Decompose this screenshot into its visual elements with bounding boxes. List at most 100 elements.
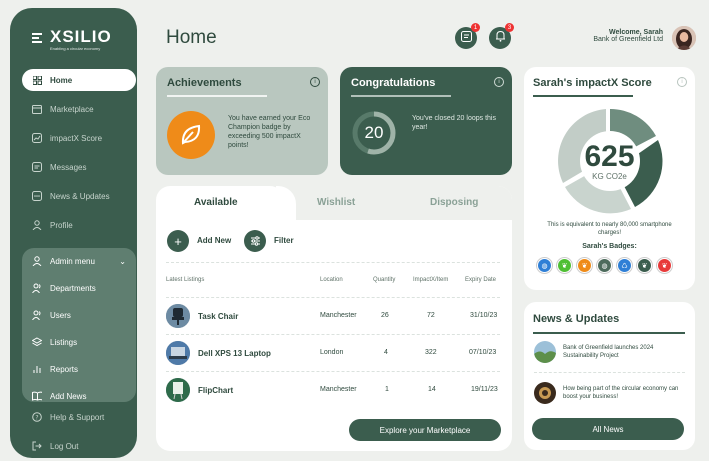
achievement-message: You have earned your Eco Champion badge … [228, 115, 311, 149]
admin-menu-toggle[interactable]: Admin menu ⌄ [22, 250, 136, 272]
sidebar-item-reports[interactable]: Reports [22, 358, 136, 380]
all-news-button[interactable]: All News [532, 418, 684, 440]
table-row[interactable]: Task Chair Manchester 26 72 31/10/23 [156, 302, 512, 330]
tab-available[interactable]: Available [194, 197, 238, 208]
sidebar-item-label: Reports [50, 364, 79, 374]
brand[interactable]: XSILIO Enabling a circular economy [32, 28, 112, 51]
listing-location: London [320, 349, 344, 356]
sidebar-item-messages[interactable]: Messages [22, 156, 136, 178]
add-new-label[interactable]: Add New [197, 236, 231, 245]
filter-button[interactable] [244, 230, 266, 252]
listing-quantity: 4 [384, 349, 388, 356]
listing-name: Dell XPS 13 Laptop [198, 349, 271, 358]
recycle-badge-icon[interactable]: ♺ [617, 258, 632, 273]
column-header: ImpactX/Item [413, 277, 449, 283]
listing-location: Manchester [320, 386, 357, 393]
menu-icon[interactable] [32, 33, 42, 45]
sidebar-item-logout[interactable]: Log Out [22, 435, 136, 457]
achievements-title: Achievements [167, 77, 242, 89]
listings-panel: Available Wishlist Disposing + Add New F… [156, 186, 512, 451]
plus-icon: + [174, 233, 182, 249]
messages-button[interactable]: 1 [455, 23, 480, 49]
listing-expiry: 19/11/23 [471, 386, 498, 393]
score-title: Sarah's impactX Score [533, 77, 652, 89]
sidebar-item-label: Marketplace [50, 104, 94, 114]
sidebar-item-label: Departments [50, 283, 96, 293]
sidebar: XSILIO Enabling a circular economy Home … [10, 8, 137, 458]
sidebar-item-label: Listings [50, 337, 78, 347]
news-thumbnail [534, 341, 556, 363]
leaf-badge-icon[interactable]: ❦ [637, 258, 652, 273]
globe-badge-icon[interactable]: ◍ [597, 258, 612, 273]
info-icon[interactable]: i [677, 77, 687, 87]
column-header: Location [320, 277, 343, 283]
table-row[interactable]: Dell XPS 13 Laptop London 4 322 07/10/23 [156, 339, 512, 367]
news-item[interactable]: How being part of the circular economy c… [534, 382, 681, 404]
laptop-thumbnail [166, 341, 190, 365]
leaf-badge-icon[interactable]: ❦ [577, 258, 592, 273]
sidebar-item-label: Add News [50, 391, 87, 401]
badges-title: Sarah's Badges: [582, 243, 637, 250]
sidebar-item-users[interactable]: Users [22, 304, 136, 326]
svg-text:?: ? [35, 415, 38, 422]
sidebar-item-departments[interactable]: Departments [22, 277, 136, 299]
user-icon [32, 220, 42, 230]
news-icon [32, 191, 42, 201]
info-icon[interactable]: i [310, 77, 320, 87]
sidebar-item-home[interactable]: Home [22, 69, 136, 91]
sidebar-item-label: News & Updates [50, 191, 110, 201]
news-headline: Bank of Greenfield launches 2024 Sustain… [563, 345, 654, 359]
news-title: News & Updates [533, 313, 620, 325]
admin-menu: Admin menu ⌄ Departments Users Listings … [22, 248, 136, 402]
news-item[interactable]: Bank of Greenfield launches 2024 Sustain… [534, 341, 681, 363]
tab-wishlist[interactable]: Wishlist [317, 197, 355, 208]
sidebar-item-help[interactable]: ? Help & Support [22, 406, 136, 428]
notifications-count-badge: 3 [505, 23, 514, 32]
notifications-button[interactable]: 3 [489, 23, 514, 49]
chevron-down-icon: ⌄ [119, 256, 126, 266]
tab-disposing[interactable]: Disposing [430, 197, 478, 208]
title-underline [533, 332, 685, 334]
score-unit: KG CO2e [592, 172, 627, 181]
leaf-badge-icon[interactable]: ❦ [657, 258, 672, 273]
book-icon [32, 391, 42, 401]
sidebar-item-news[interactable]: News & Updates [22, 185, 136, 207]
info-icon[interactable]: i [494, 77, 504, 87]
congratulations-title: Congratulations [351, 77, 436, 89]
main-nav: Home Marketplace impactX Score Messages … [22, 69, 136, 243]
listing-impact: 14 [428, 386, 436, 393]
sidebar-item-label: Messages [50, 162, 87, 172]
globe-badge-icon[interactable]: ◍ [537, 258, 552, 273]
sidebar-item-label: Log Out [50, 441, 79, 451]
sidebar-item-label: impactX Score [50, 133, 103, 143]
sidebar-item-impactx[interactable]: impactX Score [22, 127, 136, 149]
filter-label[interactable]: Filter [274, 236, 294, 245]
messages-count-badge: 1 [471, 23, 480, 32]
congratulations-message: You've closed 20 loops this year! [412, 115, 496, 131]
flipchart-thumbnail [166, 378, 190, 402]
leaf-badge-icon [167, 111, 215, 159]
message-icon [32, 162, 42, 172]
score-value: 625 [584, 140, 635, 173]
avatar[interactable] [672, 26, 696, 50]
sidebar-item-marketplace[interactable]: Marketplace [22, 98, 136, 120]
sliders-icon [250, 234, 261, 249]
listing-name: FlipChart [198, 386, 234, 395]
table-row[interactable]: FlipChart Manchester 1 14 19/11/23 [156, 376, 512, 404]
achievements-card: Achievements i You have earned your Eco … [156, 67, 328, 175]
leaf-badge-icon[interactable]: ❦ [557, 258, 572, 273]
bottom-nav: ? Help & Support Log Out [22, 406, 136, 458]
layers-icon [32, 337, 42, 347]
news-card: News & Updates Bank of Greenfield launch… [524, 302, 695, 450]
congratulations-card: Congratulations i 20 You've closed 20 lo… [340, 67, 512, 175]
bar-chart-icon [32, 364, 42, 374]
grid-icon [32, 75, 42, 85]
add-new-button[interactable]: + [167, 230, 189, 252]
listing-expiry: 31/10/23 [470, 312, 498, 319]
sidebar-item-label: Help & Support [50, 412, 105, 422]
sidebar-item-profile[interactable]: Profile [22, 214, 136, 236]
sidebar-item-listings[interactable]: Listings [22, 331, 136, 353]
sidebar-item-label: Users [50, 310, 71, 320]
sidebar-item-add-news[interactable]: Add News [22, 385, 136, 407]
explore-marketplace-button[interactable]: Explore your Marketplace [349, 419, 501, 441]
